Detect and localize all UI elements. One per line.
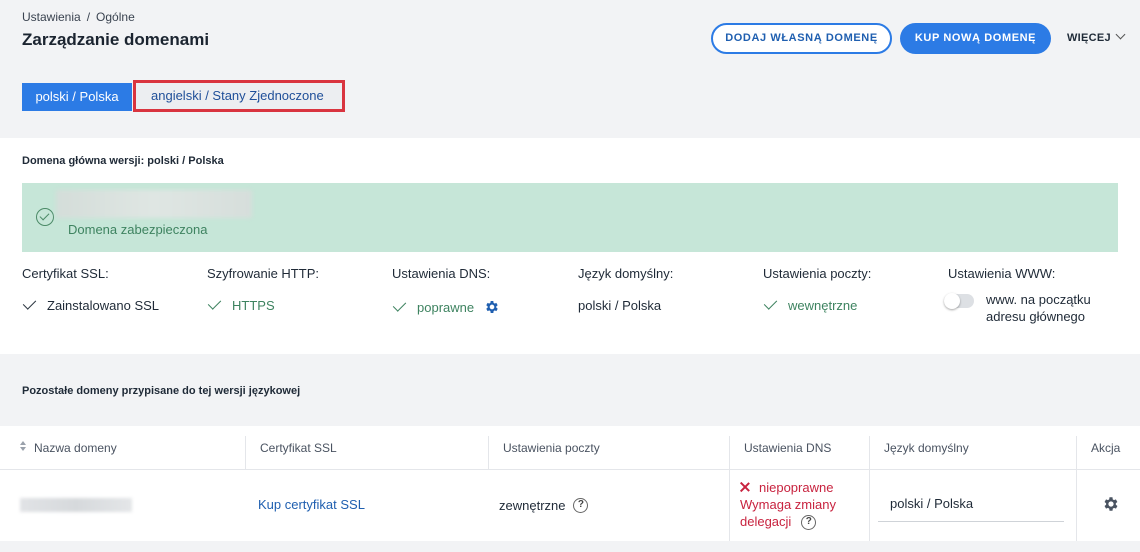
language-setting: Język domyślny: polski / Polska	[578, 266, 758, 313]
mail-cell-value: zewnętrzne	[499, 498, 566, 513]
other-domains-header: Pozostałe domeny przypisane do tej wersj…	[0, 356, 1140, 426]
check-icon	[207, 295, 222, 310]
dns-cell: niepoprawne Wymaga zmiany delegacji?	[740, 479, 865, 531]
column-header-dns: Ustawienia DNS	[729, 436, 869, 470]
breadcrumb: Ustawienia / Ogólne	[22, 10, 135, 24]
sort-icon	[20, 435, 26, 459]
row-divider	[0, 469, 1140, 470]
dns-error: niepoprawne	[740, 479, 865, 496]
cell-divider	[869, 470, 870, 541]
www-value: www. na początku adresu głównego	[986, 292, 1091, 324]
buy-new-domain-button[interactable]: KUP NOWĄ DOMENĘ	[900, 23, 1051, 54]
main-domain-section-title: Domena główna wersji: polski / Polska	[22, 155, 224, 167]
column-header-ssl: Certyfikat SSL	[245, 436, 488, 470]
cell-divider	[1076, 470, 1077, 541]
page-title: Zarządzanie domenami	[22, 30, 210, 49]
www-setting: Ustawienia WWW: www. na początku adresu …	[944, 266, 1118, 325]
tab-angielski[interactable]: angielski / Stany Zjednoczone	[133, 80, 345, 112]
dns-value: poprawne	[417, 300, 475, 315]
row-settings-icon[interactable]	[1102, 495, 1120, 516]
dns-note-text: Wymaga zmiany delegacji	[740, 497, 836, 529]
help-icon[interactable]: ?	[801, 515, 817, 531]
ssl-label: Certyfikat SSL:	[22, 266, 109, 281]
main-domain-name	[56, 190, 252, 218]
tab-polski[interactable]: polski / Polska	[22, 83, 132, 111]
http-value: HTTPS	[232, 298, 275, 313]
help-icon[interactable]: ?	[573, 498, 589, 513]
chevron-down-icon	[1115, 29, 1126, 40]
http-label: Szyfrowanie HTTP:	[207, 266, 319, 281]
dns-gear-icon[interactable]	[484, 299, 500, 318]
column-header-action: Akcja	[1076, 436, 1140, 470]
page-header: Ustawienia / Ogólne Zarządzanie domenami D…	[0, 0, 1140, 138]
dns-label: Ustawienia DNS:	[392, 266, 491, 281]
ssl-value: Zainstalowano SSL	[47, 298, 160, 313]
language-value: polski / Polska	[578, 298, 662, 313]
domain-status-text: Domena zabezpieczona	[68, 222, 208, 237]
domain-name-cell	[20, 498, 132, 512]
cell-divider	[729, 470, 730, 541]
main-domain-card: Domena główna wersji: polski / Polska Do…	[0, 138, 1140, 354]
dns-error-status: niepoprawne	[759, 480, 834, 495]
column-header-language: Język domyślny	[869, 436, 1076, 470]
more-label: WIĘCEJ	[1067, 32, 1111, 44]
check-icon	[763, 295, 778, 310]
language-select[interactable]: polski / Polska	[878, 488, 1064, 522]
close-icon	[740, 482, 750, 492]
add-own-domain-button[interactable]: DODAJ WŁASNĄ DOMENĘ	[711, 23, 892, 54]
buy-ssl-link[interactable]: Kup certyfikat SSL	[258, 497, 365, 512]
column-header-domain-label: Nazwa domeny	[34, 441, 117, 455]
mail-setting: Ustawienia poczty: wewnętrzne	[763, 266, 943, 313]
check-icon	[22, 295, 37, 310]
mail-label: Ustawienia poczty:	[763, 266, 872, 281]
column-header-domain[interactable]: Nazwa domeny	[20, 436, 245, 470]
breadcrumb-separator: /	[86, 10, 91, 24]
http-setting: Szyfrowanie HTTP: HTTPS	[207, 266, 387, 313]
dns-setting: Ustawienia DNS: poprawne	[392, 266, 572, 317]
check-circle-icon	[36, 208, 54, 226]
breadcrumb-current: Ogólne	[96, 10, 135, 24]
check-icon	[392, 297, 407, 312]
mail-value: wewnętrzne	[788, 298, 858, 313]
www-toggle[interactable]	[944, 293, 974, 309]
mail-cell: zewnętrzne ?	[499, 498, 589, 513]
more-menu-button[interactable]: WIĘCEJ	[1067, 29, 1126, 44]
column-header-mail: Ustawienia poczty	[488, 436, 729, 470]
domains-table: Nazwa domeny Certyfikat SSL Ustawienia p…	[0, 426, 1140, 541]
domain-status-box: Domena zabezpieczona	[22, 183, 1118, 252]
dns-note: Wymaga zmiany delegacji?	[740, 496, 865, 531]
www-label: Ustawienia WWW:	[948, 266, 1056, 281]
ssl-setting: Certyfikat SSL: Zainstalowano SSL	[22, 266, 202, 313]
language-label: Język domyślny:	[578, 266, 674, 281]
breadcrumb-parent[interactable]: Ustawienia	[22, 10, 81, 24]
other-domains-section-title: Pozostałe domeny przypisane do tej wersj…	[22, 385, 301, 397]
